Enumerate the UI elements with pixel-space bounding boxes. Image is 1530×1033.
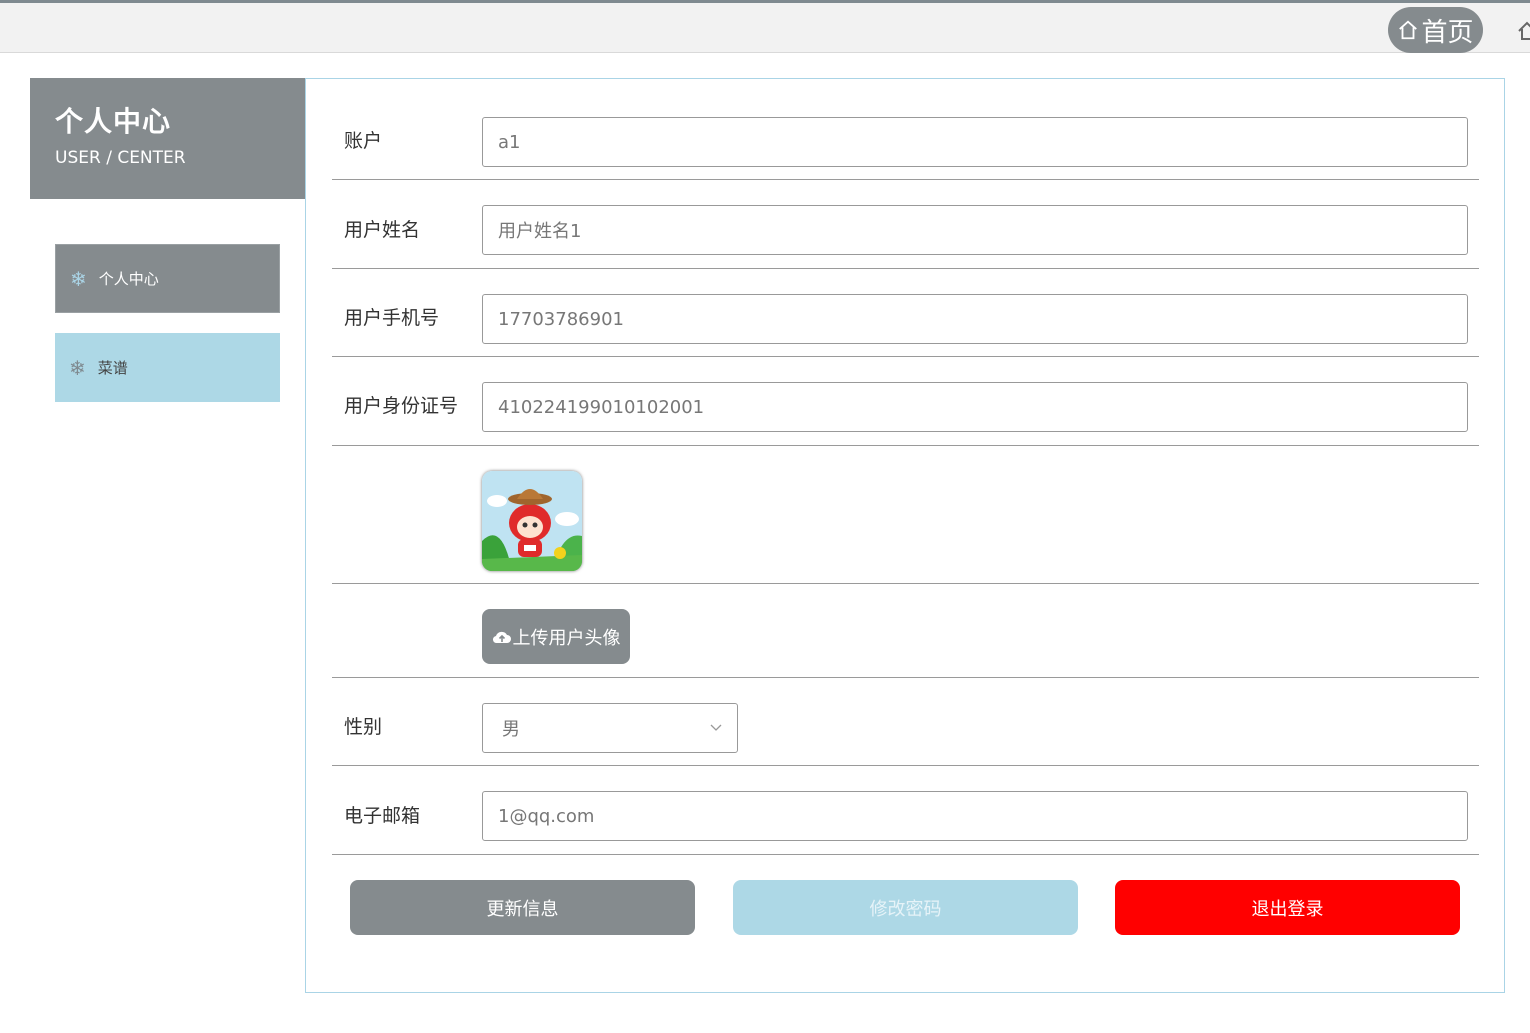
form-row-phone: 用户手机号 17703786901 [332, 269, 1479, 357]
change-password-button[interactable]: 修改密码 [733, 880, 1078, 935]
sidebar-header: 个人中心 USER / CENTER [30, 78, 305, 199]
home-icon-partial[interactable] [1518, 19, 1530, 41]
top-bar: 首页 [0, 0, 1530, 53]
form-row-email: 电子邮箱 1@qq.com [332, 766, 1479, 855]
logout-button[interactable]: 退出登录 [1115, 880, 1460, 935]
gender-selected-value: 男 [502, 719, 520, 740]
username-input[interactable]: 用户姓名1 [482, 205, 1468, 255]
update-info-button[interactable]: 更新信息 [350, 880, 695, 935]
form-row-username: 用户姓名 用户姓名1 [332, 180, 1479, 269]
form-row-idcard: 用户身份证号 410224199010102001 [332, 357, 1479, 446]
email-input[interactable]: 1@qq.com [482, 791, 1468, 841]
username-label: 用户姓名 [344, 219, 421, 241]
gender-select[interactable]: 男 [482, 703, 738, 753]
profile-form-panel: 账户 a1 用户姓名 用户姓名1 用户手机号 17703786901 用户身份证… [305, 78, 1505, 993]
sidebar-item-user-center[interactable]: ❄ 个人中心 [55, 244, 280, 313]
form-row-upload: 上传用户头像 [332, 584, 1479, 678]
sidebar-item-label: 个人中心 [98, 270, 159, 288]
cloud-upload-icon [492, 631, 511, 643]
home-icon [1399, 20, 1418, 40]
upload-avatar-button[interactable]: 上传用户头像 [482, 609, 630, 664]
chevron-down-icon [710, 724, 722, 731]
home-button[interactable]: 首页 [1388, 7, 1483, 53]
snowflake-icon: ❄ [69, 355, 86, 380]
account-input[interactable]: a1 [482, 117, 1468, 167]
phone-input[interactable]: 17703786901 [482, 294, 1468, 344]
form-row-account: 账户 a1 [332, 79, 1479, 180]
sidebar-item-recipes[interactable]: ❄ 菜谱 [55, 333, 280, 402]
sidebar-subtitle: USER / CENTER [55, 148, 186, 168]
form-row-avatar [332, 446, 1479, 584]
phone-label: 用户手机号 [344, 307, 440, 329]
form-row-gender: 性别 男 [332, 678, 1479, 766]
idcard-input[interactable]: 410224199010102001 [482, 382, 1468, 432]
account-label: 账户 [344, 130, 383, 152]
home-label: 首页 [1421, 17, 1474, 48]
avatar [482, 471, 582, 571]
sidebar-title: 个人中心 [55, 105, 172, 138]
email-label: 电子邮箱 [344, 805, 421, 827]
sidebar-item-label: 菜谱 [97, 359, 128, 377]
gender-label: 性别 [344, 716, 383, 738]
upload-avatar-label: 上传用户头像 [512, 627, 621, 649]
snowflake-icon: ❄ [70, 266, 87, 291]
idcard-label: 用户身份证号 [344, 395, 459, 417]
